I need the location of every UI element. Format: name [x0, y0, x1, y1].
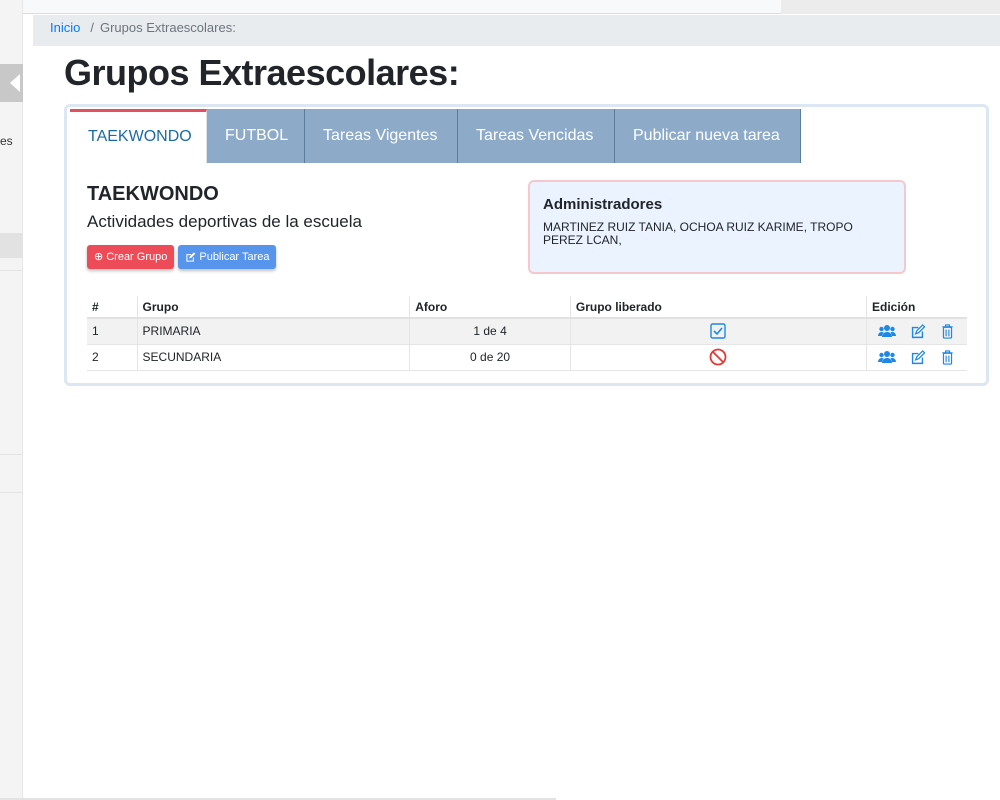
row-grupo: SECUNDARIA: [136, 344, 410, 371]
create-group-button[interactable]: ⊕ Crear Grupo: [87, 245, 175, 269]
users-icon[interactable]: [872, 349, 902, 364]
header-grupo-liberado: Grupo liberado: [569, 296, 867, 319]
breadcrumb-home-link[interactable]: Inicio: [50, 20, 80, 35]
breadcrumb-separator: /: [90, 20, 94, 35]
checked-icon[interactable]: [710, 323, 727, 339]
sidebar-item-label[interactable]: es: [0, 134, 13, 148]
sidebar-toggle-button[interactable]: [0, 64, 23, 102]
page-title: Grupos Extraescolares:: [64, 52, 460, 93]
publish-task-label: Publicar Tarea: [199, 251, 270, 263]
row-num: 2: [87, 344, 138, 371]
activity-description: Actividades deportivas de la escuela: [87, 212, 362, 231]
groups-table: # Grupo Aforo Grupo liberado Edición 1 P…: [87, 296, 967, 371]
publish-task-button[interactable]: Publicar Tarea: [178, 245, 277, 269]
tab-taekwondo[interactable]: TAEKWONDO: [70, 109, 207, 163]
header-aforo: Aforo: [409, 296, 571, 319]
activity-title: TAEKWONDO: [87, 183, 219, 205]
activity-info: TAEKWONDO Actividades deportivas de la e…: [87, 183, 362, 232]
breadcrumb-current: Grupos Extraescolares:: [99, 20, 236, 35]
header-grupo: Grupo: [136, 296, 410, 319]
edit-icon[interactable]: [902, 323, 932, 339]
table-row: 1 PRIMARIA 1 de 4: [87, 318, 967, 345]
row-num: 1: [87, 318, 138, 345]
tab-tareas-vigentes[interactable]: Tareas Vigentes: [305, 109, 458, 163]
sidebar-divider: [0, 270, 23, 271]
tab-bar: TAEKWONDO FUTBOL Tareas Vigentes Tareas …: [70, 109, 801, 163]
activities-card: TAEKWONDO FUTBOL Tareas Vigentes Tareas …: [64, 104, 989, 386]
trash-icon[interactable]: [932, 349, 962, 365]
top-navbar-right: [781, 0, 1000, 14]
row-actions: [866, 318, 967, 345]
row-liberado: [569, 318, 867, 345]
action-buttons: ⊕ Crear Grupo Publicar Tarea: [87, 245, 277, 269]
plus-circle-icon: ⊕: [94, 251, 104, 263]
sidebar-item-active[interactable]: [0, 233, 23, 258]
header-num: #: [87, 296, 138, 319]
trash-icon[interactable]: [932, 324, 962, 339]
sidebar: es: [0, 0, 23, 800]
edit-icon: [185, 245, 196, 269]
collapse-arrow-icon: [10, 74, 20, 92]
row-actions: [866, 344, 967, 371]
row-grupo: PRIMARIA: [136, 318, 410, 345]
tab-futbol[interactable]: FUTBOL: [207, 109, 305, 163]
administrators-title: Administradores: [543, 196, 663, 213]
table-header-row: # Grupo Aforo Grupo liberado Edición: [87, 296, 967, 319]
header-edicion: Edición: [866, 296, 967, 319]
breadcrumb: Inicio / Grupos Extraescolares:: [33, 15, 1000, 46]
sidebar-divider: [0, 492, 23, 493]
administrators-list: MARTINEZ RUIZ TANIA, OCHOA RUIZ KARIME, …: [543, 220, 853, 247]
tab-publicar-nueva-tarea[interactable]: Publicar nueva tarea: [615, 109, 801, 163]
edit-icon[interactable]: [902, 349, 932, 364]
row-aforo: 0 de 20: [409, 344, 571, 371]
users-icon[interactable]: [872, 324, 902, 339]
administrators-box: Administradores MARTINEZ RUIZ TANIA, OCH…: [528, 180, 906, 274]
row-aforo: 1 de 4: [409, 318, 571, 345]
table-row: 2 SECUNDARIA 0 de 20: [87, 344, 967, 371]
tab-tareas-vencidas[interactable]: Tareas Vencidas: [458, 109, 615, 163]
sidebar-divider: [0, 454, 23, 455]
prohibited-icon[interactable]: [709, 348, 727, 366]
create-group-label: Crear Grupo: [106, 251, 168, 263]
row-liberado: [569, 344, 867, 371]
